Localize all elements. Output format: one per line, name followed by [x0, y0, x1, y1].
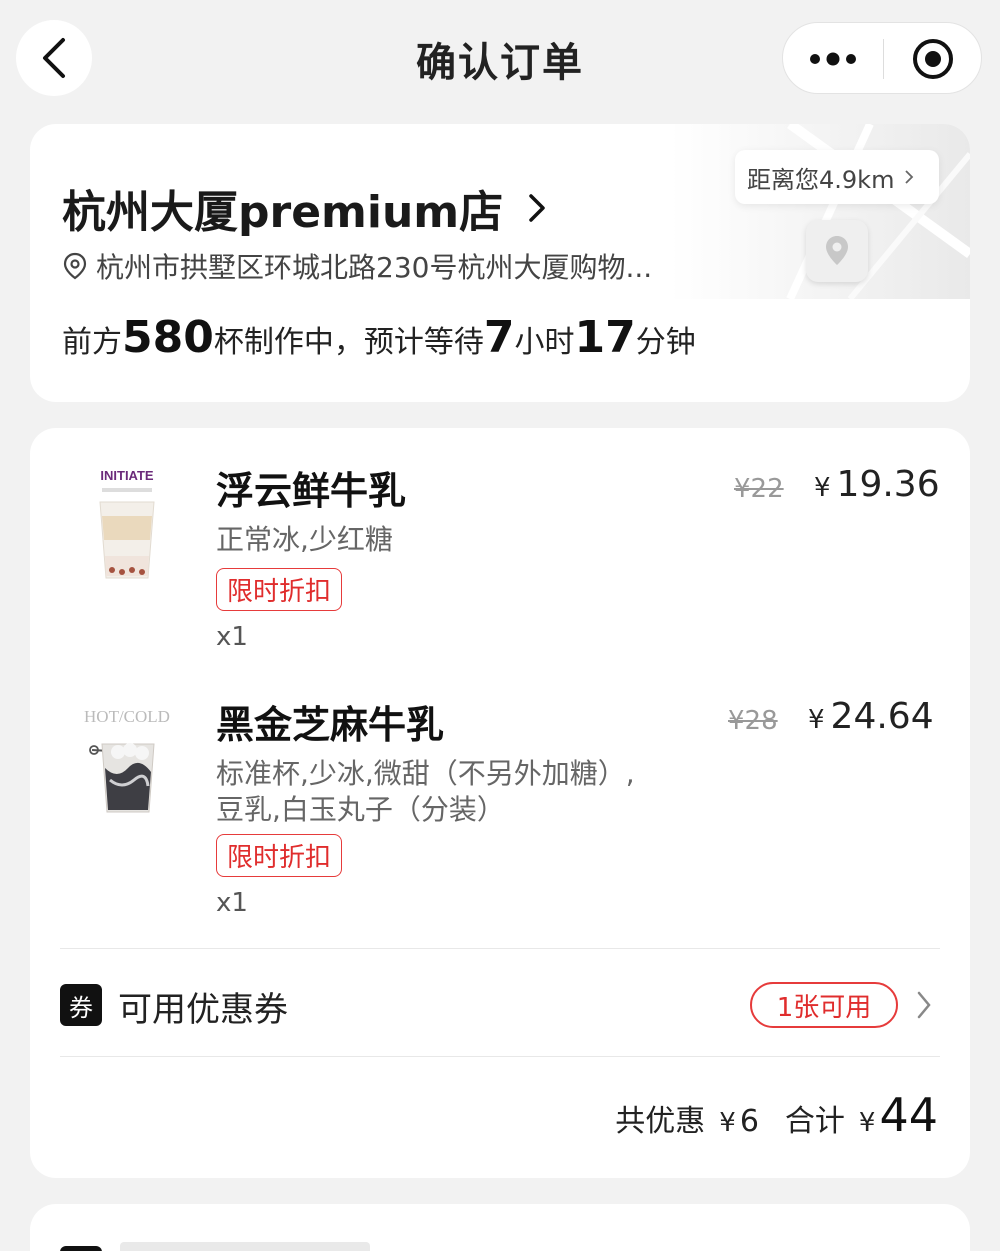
- product-image-label: INITIATE: [100, 468, 154, 483]
- price-value: 19.36: [836, 464, 940, 505]
- coupon-icon: 券: [60, 984, 102, 1026]
- product-image: HOT/COLD: [72, 700, 182, 820]
- queue-status: 前方580杯制作中，预计等待7小时17分钟: [62, 312, 696, 363]
- wait-hours: 7: [483, 312, 515, 363]
- currency-symbol: ¥: [858, 1108, 876, 1138]
- total-amount: 44: [879, 1088, 938, 1142]
- coupon-label: 可用优惠券: [118, 990, 288, 1030]
- original-price: ¥28: [728, 706, 778, 736]
- original-price: ¥22: [734, 474, 784, 504]
- discount-amount: 6: [739, 1104, 759, 1139]
- item-name: 浮云鲜牛乳: [216, 469, 407, 513]
- target-icon: [913, 39, 953, 79]
- currency-symbol: ¥: [814, 473, 831, 503]
- wait-minutes: 17: [574, 312, 636, 363]
- price-value: 24.64: [830, 696, 934, 737]
- store-name: 杭州大厦premium店: [62, 187, 504, 238]
- coupon-row[interactable]: 券 可用优惠券 1张可用: [60, 978, 940, 1032]
- store-card: 杭州大厦premium店 杭州市拱墅区环城北路230号杭州大厦购物... 距离您…: [30, 124, 970, 402]
- chevron-right-icon: [527, 192, 547, 224]
- map-marker-icon: [806, 220, 868, 282]
- discount-tag: 限时折扣: [216, 568, 343, 611]
- discount-label: 共优惠: [615, 1104, 706, 1139]
- more-dots-icon: [810, 52, 856, 66]
- currency-symbol: ¥: [808, 705, 825, 735]
- divider: [60, 948, 940, 949]
- item-qty: x1: [216, 622, 248, 652]
- card-icon: [60, 1246, 102, 1251]
- queue-prefix: 前方: [62, 325, 122, 360]
- nav-bar: 确认订单: [0, 0, 1000, 120]
- total-label: 合计: [784, 1104, 845, 1139]
- distance-badge[interactable]: 距离您4.9km: [735, 150, 939, 204]
- item-name: 黑金芝麻牛乳: [216, 703, 445, 747]
- more-button[interactable]: [783, 23, 883, 95]
- location-pin-icon: [62, 252, 88, 280]
- minutes-unit: 分钟: [635, 325, 696, 360]
- card-title-placeholder: [120, 1242, 370, 1251]
- order-totals: 共优惠 ¥ 6 合计 ¥ 44: [615, 1088, 938, 1142]
- next-card: [30, 1204, 970, 1251]
- chevron-right-icon: [904, 169, 914, 185]
- item-price: ¥24.64: [808, 696, 934, 737]
- chevron-right-icon: [916, 990, 932, 1024]
- queue-count: 580: [122, 312, 214, 363]
- mini-program-capsule: [782, 22, 982, 94]
- product-image-label: HOT/COLD: [84, 707, 170, 726]
- item-qty: x1: [216, 888, 248, 918]
- item-spec: 标准杯,少冰,微甜（不另外加糖）,豆乳,白玉丸子（分装）: [216, 757, 635, 826]
- order-card: INITIATE 浮云鲜牛乳 正常冰,少红糖 限时折扣 x1 ¥22 ¥19.3…: [30, 428, 970, 1178]
- item-price: ¥19.36: [814, 464, 940, 505]
- queue-mid-text: 杯制作中，预计等待: [213, 325, 484, 360]
- store-name-link[interactable]: 杭州大厦premium店: [62, 176, 547, 240]
- close-mini-program-button[interactable]: [883, 23, 983, 95]
- coupon-available-badge[interactable]: 1张可用: [750, 982, 898, 1028]
- store-address: 杭州市拱墅区环城北路230号杭州大厦购物...: [62, 246, 652, 286]
- distance-text: 距离您4.9km: [747, 165, 895, 194]
- currency-symbol: ¥: [719, 1108, 736, 1138]
- divider: [60, 1056, 940, 1057]
- discount-tag: 限时折扣: [216, 834, 343, 877]
- address-text: 杭州市拱墅区环城北路230号杭州大厦购物...: [96, 251, 653, 284]
- hours-unit: 小时: [514, 325, 575, 360]
- item-spec: 正常冰,少红糖: [216, 523, 393, 556]
- product-image: INITIATE: [72, 466, 182, 586]
